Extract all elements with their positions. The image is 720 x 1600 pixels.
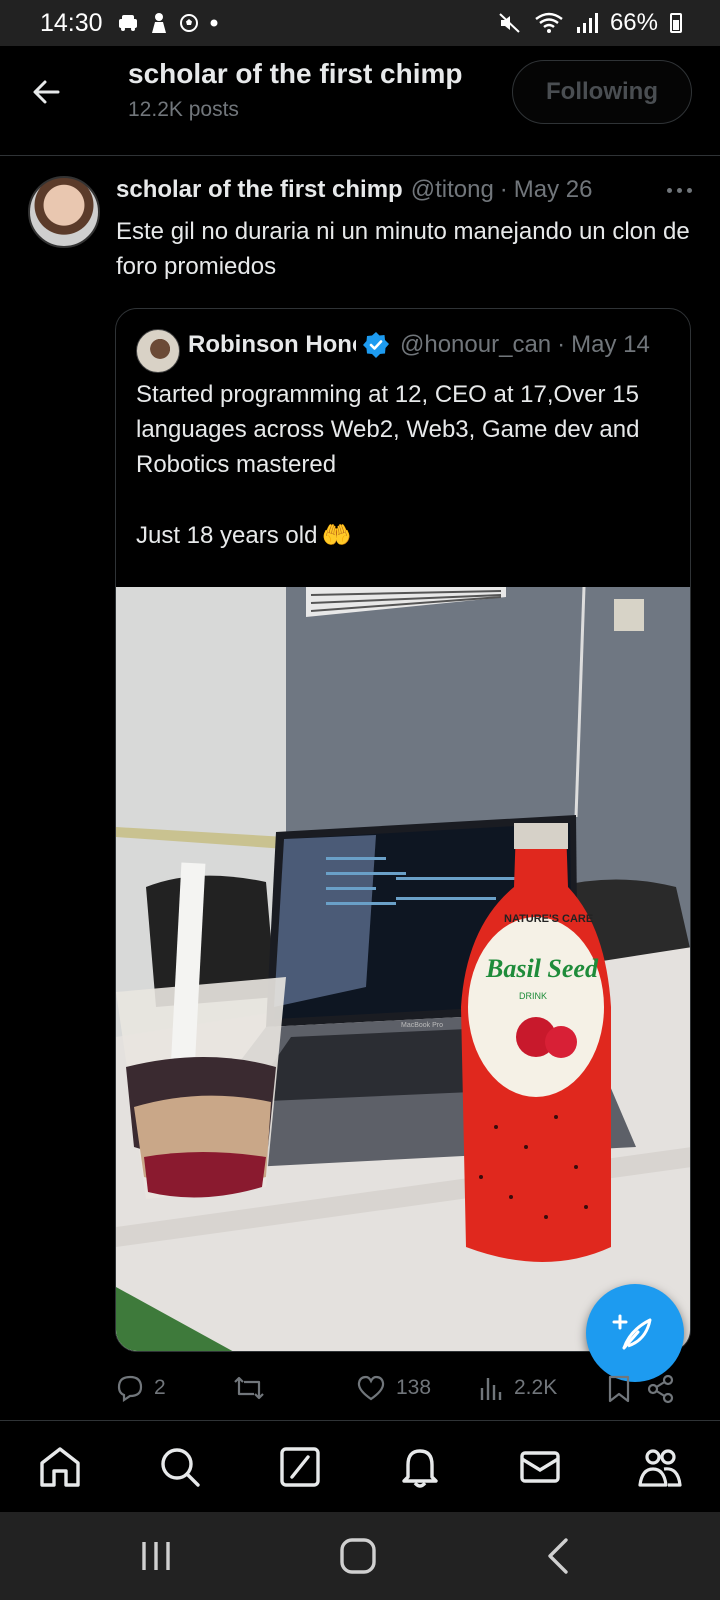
home-button-icon[interactable] bbox=[336, 1534, 380, 1578]
tweet-header: scholar of the first chimp @titong · May… bbox=[116, 176, 692, 204]
back-arrow-icon[interactable] bbox=[28, 74, 64, 110]
recent-apps-icon[interactable] bbox=[134, 1534, 178, 1578]
author-avatar[interactable] bbox=[28, 176, 100, 248]
reply-count: 2 bbox=[154, 1376, 166, 1399]
quoted-tweet-header: Robinson Honour @honour_can · May 14 bbox=[188, 331, 678, 359]
more-options-icon[interactable] bbox=[667, 188, 692, 193]
laptop-label: MacBook Pro bbox=[401, 1022, 443, 1029]
repost-icon bbox=[234, 1376, 264, 1400]
signal-icon bbox=[576, 13, 598, 33]
status-bar: 14:30 66% bbox=[0, 0, 720, 46]
system-back-icon[interactable] bbox=[538, 1534, 582, 1578]
bottle-product: Basil Seed bbox=[485, 954, 599, 983]
reply-button[interactable]: 2 bbox=[116, 1374, 166, 1402]
system-navigation-bar bbox=[0, 1512, 720, 1600]
feather-plus-icon bbox=[612, 1314, 652, 1350]
verified-badge-icon bbox=[363, 332, 389, 358]
profile-header: scholar of the first chimp 12.2K posts F… bbox=[0, 46, 720, 156]
tweet-text: Este gil no duraria ni un minuto manejan… bbox=[116, 218, 690, 280]
author-name[interactable]: scholar of the first chimp bbox=[116, 176, 403, 204]
compose-post-button[interactable] bbox=[586, 1284, 684, 1382]
following-button[interactable]: Following bbox=[512, 60, 692, 124]
separator-dot: · bbox=[499, 176, 508, 203]
person-icon bbox=[151, 13, 166, 33]
bottom-navigation bbox=[0, 1420, 720, 1512]
communities-icon[interactable] bbox=[636, 1443, 684, 1491]
messages-icon[interactable] bbox=[516, 1443, 564, 1491]
soccer-icon bbox=[179, 14, 198, 32]
header-title: scholar of the first chimp bbox=[128, 58, 463, 89]
dot-icon bbox=[210, 19, 218, 27]
heart-icon bbox=[357, 1375, 385, 1401]
tweet-actions: 2 138 2.2K bbox=[116, 1370, 696, 1412]
home-icon[interactable] bbox=[36, 1443, 84, 1491]
separator-dot: · bbox=[557, 331, 566, 358]
quoted-author-handle[interactable]: @honour_can bbox=[400, 331, 551, 359]
share-button[interactable] bbox=[646, 1374, 676, 1404]
mute-icon bbox=[499, 13, 520, 33]
header-post-count: 12.2K posts bbox=[128, 98, 239, 121]
views-count: 2.2K bbox=[514, 1376, 558, 1399]
quoted-author-avatar[interactable] bbox=[136, 329, 180, 373]
views-button[interactable]: 2.2K bbox=[478, 1374, 557, 1402]
quoted-tweet-text: Started programming at 12, CEO at 17,Ove… bbox=[136, 381, 640, 478]
status-right: 66% bbox=[498, 9, 682, 37]
wifi-icon bbox=[535, 12, 563, 33]
grok-icon[interactable] bbox=[276, 1443, 324, 1491]
tweet-photo[interactable]: MacBook Pro NATURE'S CARE Basil Seed DRI… bbox=[116, 587, 690, 1351]
bookmark-icon bbox=[608, 1375, 630, 1403]
like-button[interactable]: 138 bbox=[356, 1374, 431, 1402]
tweet-date[interactable]: May 26 bbox=[514, 176, 593, 204]
search-icon[interactable] bbox=[156, 1443, 204, 1491]
status-notification-icons bbox=[117, 12, 219, 34]
bookmark-button[interactable] bbox=[606, 1374, 632, 1404]
quoted-author-name[interactable]: Robinson Honour bbox=[188, 331, 356, 359]
bottle-brand: NATURE'S CARE bbox=[504, 913, 593, 925]
battery-icon bbox=[670, 13, 682, 33]
quoted-tweet-date[interactable]: May 14 bbox=[571, 331, 650, 359]
battery-percent: 66% bbox=[609, 9, 658, 36]
quoted-tweet[interactable]: Robinson Honour @honour_can · May 14 Sta… bbox=[115, 308, 691, 1352]
notifications-icon[interactable] bbox=[396, 1443, 444, 1491]
repost-button[interactable] bbox=[232, 1374, 266, 1402]
share-icon bbox=[647, 1374, 674, 1404]
like-count: 138 bbox=[396, 1376, 432, 1399]
author-handle[interactable]: @titong bbox=[411, 176, 494, 204]
status-time: 14:30 bbox=[40, 8, 103, 37]
views-icon bbox=[480, 1378, 502, 1400]
quoted-tweet-text-last: Just 18 years old 🤲 bbox=[136, 521, 351, 550]
photo-illustration: MacBook Pro NATURE'S CARE Basil Seed DRI… bbox=[116, 587, 690, 1351]
reply-icon bbox=[117, 1375, 143, 1402]
car-icon bbox=[118, 15, 137, 31]
quoted-tweet-text-line: Just 18 years old bbox=[136, 521, 318, 549]
bottle-drink: DRINK bbox=[519, 991, 547, 1001]
raised-hands-emoji: 🤲 bbox=[321, 522, 352, 549]
